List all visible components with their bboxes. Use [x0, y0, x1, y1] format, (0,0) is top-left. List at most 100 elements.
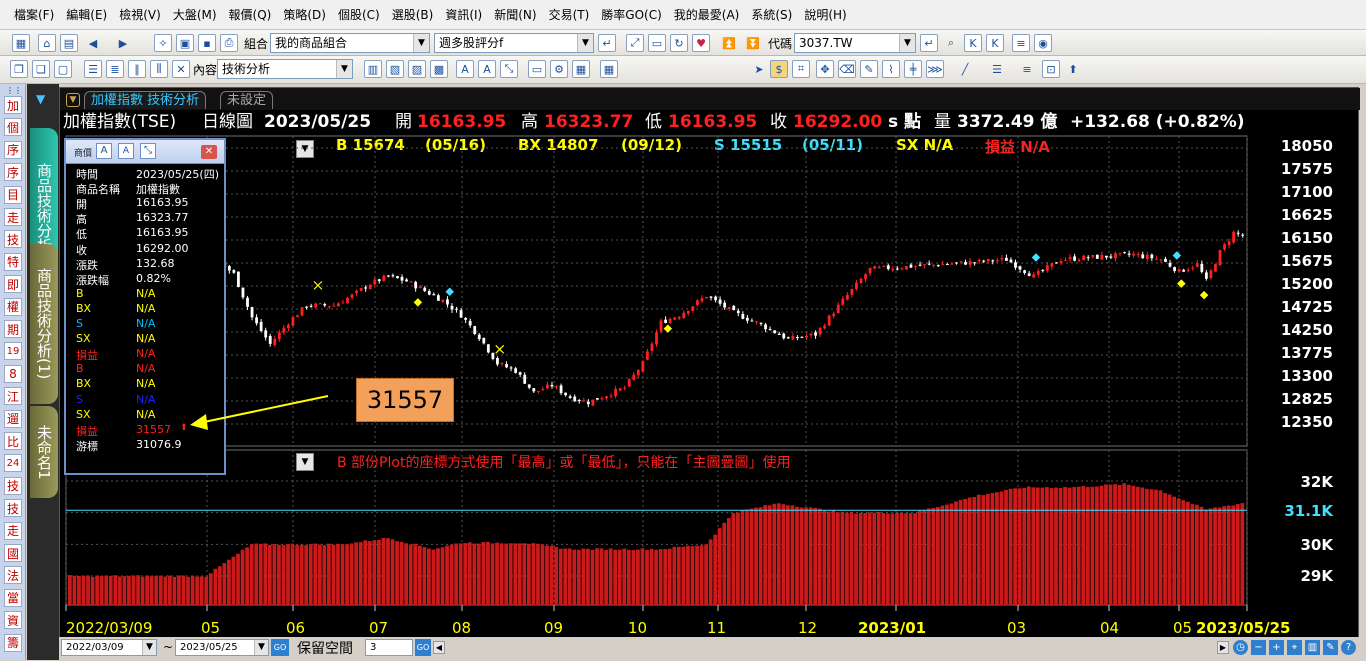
edit-icon[interactable]: ✎ [1323, 640, 1338, 655]
export-icon[interactable]: ▦ [572, 60, 590, 78]
start-date-select[interactable]: 2022/03/09 ▼ [61, 639, 157, 656]
home-icon[interactable]: ⌂ [38, 34, 56, 52]
clock-icon[interactable]: ◷ [1233, 640, 1248, 655]
draw-line-icon[interactable]: ╱ [956, 60, 974, 78]
zoom-out-icon[interactable]: − [1251, 640, 1266, 655]
enter-code-icon[interactable]: ↵ [920, 34, 938, 52]
grid-menu-icon[interactable]: ▦ [600, 60, 618, 78]
camera-icon[interactable]: ◉ [1034, 34, 1052, 52]
k-chart-icon[interactable]: K [964, 34, 982, 52]
shortcut-item[interactable]: 資 [4, 611, 22, 630]
forward-arrow-icon[interactable]: ▶ [114, 34, 132, 52]
shrink-icon[interactable]: ⤡ [140, 143, 156, 159]
font-up-icon[interactable]: A [96, 143, 112, 159]
close-icon[interactable]: ✕ [201, 145, 217, 159]
up-arrow-icon[interactable]: ⬆ [1064, 60, 1082, 78]
menu-item[interactable]: 報價(Q) [223, 6, 278, 23]
memo-icon[interactable]: ✎ [860, 60, 878, 78]
tab-unset[interactable]: 未設定 [220, 91, 274, 109]
copy-icon[interactable]: ❐ [10, 60, 28, 78]
shortcut-item[interactable]: 8 [4, 364, 22, 383]
shortcut-item[interactable]: 19 [4, 342, 22, 361]
code-input[interactable]: 3037.TW ▼ [794, 33, 916, 53]
end-date-select[interactable]: 2023/05/25 ▼ [175, 639, 269, 656]
settings-icon[interactable]: ⚙ [550, 60, 568, 78]
tool-icon[interactable]: ▨ [408, 60, 426, 78]
help-icon[interactable]: ? [1341, 640, 1356, 655]
menu-item[interactable]: 編輯(E) [60, 6, 113, 23]
layout-list-icon[interactable]: ≣ [106, 60, 124, 78]
shortcut-item[interactable]: 比 [4, 432, 22, 450]
shortcut-item[interactable]: 即 [4, 275, 22, 294]
menu-item[interactable]: 我的最愛(A) [668, 6, 746, 23]
print-icon[interactable]: ⎙ [220, 34, 238, 52]
tab-tech-analysis-1[interactable]: 商品技術分析(1) [30, 244, 58, 404]
reserve-input[interactable]: 3 [365, 639, 413, 656]
tool-icon[interactable]: ▧ [386, 60, 404, 78]
levels-icon[interactable]: ☰ [988, 60, 1006, 78]
shortcut-item[interactable]: 技 [4, 476, 22, 495]
menu-item[interactable]: 說明(H) [798, 6, 852, 23]
indicator-dropdown-lower[interactable]: ▼ [296, 453, 314, 471]
menu-item[interactable]: 勝率GO(C) [595, 6, 668, 23]
chevron-down-icon[interactable]: ▼ [66, 93, 80, 107]
content-select[interactable]: 技術分析 ▼ [217, 59, 353, 79]
menu-item[interactable]: 新聞(N) [488, 6, 542, 23]
back-arrow-icon[interactable]: ◀ [84, 34, 102, 52]
search-icon[interactable]: ⌕ [942, 34, 960, 52]
grid-icon[interactable]: ▦ [12, 34, 30, 52]
save-icon[interactable]: ▪ [198, 34, 216, 52]
split-icon[interactable]: ▥ [1305, 640, 1320, 655]
shortcut-item[interactable]: 技 [4, 499, 22, 518]
pattern-icon[interactable]: ⋙ [926, 60, 944, 78]
scroll-right-icon[interactable]: ▶ [1217, 641, 1229, 654]
menu-item[interactable]: 資訊(I) [439, 6, 488, 23]
layout-h-icon[interactable]: ☰ [84, 60, 102, 78]
paste-icon[interactable]: ❑ [32, 60, 50, 78]
k-box-icon[interactable]: K [986, 34, 1004, 52]
shortcut-item[interactable]: 當 [4, 588, 22, 607]
menu-icon[interactable]: ≡ [1018, 60, 1036, 78]
close-box-icon[interactable]: ✕ [172, 60, 190, 78]
shortcut-item[interactable]: 江 [4, 387, 22, 406]
dollar-icon[interactable]: $ [770, 60, 788, 78]
doc-icon[interactable]: ▤ [60, 34, 78, 52]
candle-icon[interactable]: ╪ [904, 60, 922, 78]
crosshair-icon[interactable]: ⌖ [1287, 640, 1302, 655]
zoom-in-icon[interactable]: + [1269, 640, 1284, 655]
clipboard-icon[interactable]: ▢ [54, 60, 72, 78]
pointer-icon[interactable]: ➤ [750, 60, 768, 78]
font-down-icon[interactable]: A [118, 143, 134, 159]
shrink-icon[interactable]: ⤡ [500, 60, 518, 78]
scroll-left-icon[interactable]: ◀ [433, 641, 445, 654]
data-window[interactable]: 商價 A A ⤡ ✕ 時間 2023/05/25(四) 商品名稱 加權指數開 16163… [64, 138, 226, 475]
shortcut-item[interactable]: 期 [4, 320, 22, 338]
go-button[interactable]: GO [271, 639, 289, 656]
menu-item[interactable]: 個股(C) [332, 6, 386, 23]
heart-icon[interactable]: ♥ [692, 34, 710, 52]
indicator-dropdown[interactable]: ▼ [296, 140, 314, 158]
tool-icon[interactable]: ▥ [364, 60, 382, 78]
shortcut-item[interactable]: 24 [4, 454, 22, 473]
script-icon[interactable]: ≡ [1012, 34, 1030, 52]
panel-icon[interactable]: ▭ [528, 60, 546, 78]
menu-item[interactable]: 交易(T) [543, 6, 596, 23]
shortcut-item[interactable]: 序 [4, 140, 22, 159]
shortcut-item[interactable]: 目 [4, 185, 22, 204]
eraser-icon[interactable]: ⌫ [838, 60, 856, 78]
shortcut-item[interactable]: 權 [4, 297, 22, 316]
portfolio-select[interactable]: 我的商品組合 ▼ [270, 33, 430, 53]
shortcut-item[interactable]: 個 [4, 118, 22, 137]
font-up-icon[interactable]: A [456, 60, 474, 78]
window-icon[interactable]: ▭ [648, 34, 666, 52]
fit-icon[interactable]: ⊡ [1042, 60, 1060, 78]
layout-cols-icon[interactable]: ⫼ [150, 60, 168, 78]
double-down-icon[interactable]: ⏬ [744, 34, 762, 52]
new-icon[interactable]: ✧ [154, 34, 172, 52]
shortcut-item[interactable]: 走 [4, 521, 22, 540]
refresh-icon[interactable]: ↻ [670, 34, 688, 52]
layout-col-icon[interactable]: ∥ [128, 60, 146, 78]
tool-icon[interactable]: ▩ [430, 60, 448, 78]
double-up-icon[interactable]: ⏫ [720, 34, 738, 52]
menu-item[interactable]: 檢視(V) [113, 6, 167, 23]
